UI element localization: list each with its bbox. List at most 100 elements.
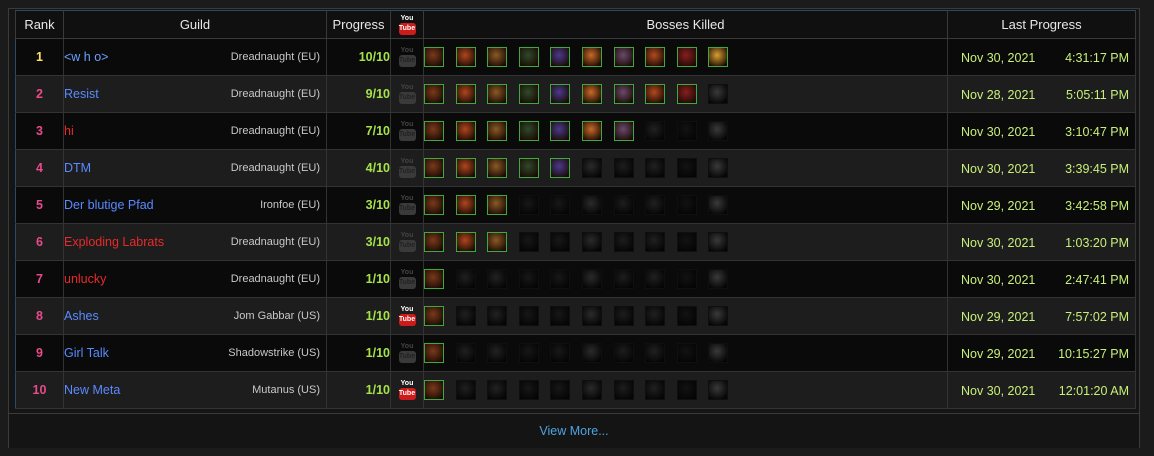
guild-name-link[interactable]: Exploding Labrats [64,235,164,249]
boss-4-icon[interactable] [518,232,539,252]
boss-8-icon[interactable] [645,47,666,67]
boss-3-icon[interactable] [487,343,508,363]
boss-3-icon[interactable] [487,158,508,178]
boss-9-icon[interactable] [676,306,697,326]
guild-realm[interactable]: Mutanus (US) [252,384,320,396]
boss-7-icon[interactable] [613,158,634,178]
boss-7-icon[interactable] [613,306,634,326]
boss-4-icon[interactable] [518,380,539,400]
guild-realm[interactable]: Dreadnaught (EU) [231,162,320,174]
boss-4-icon[interactable] [518,269,539,289]
boss-3-icon[interactable] [487,195,508,215]
boss-1-icon[interactable] [424,195,444,215]
boss-5-icon[interactable] [550,158,571,178]
boss-7-icon[interactable] [613,84,634,104]
boss-4-icon[interactable] [518,47,539,67]
boss-1-icon[interactable] [424,232,444,252]
boss-9-icon[interactable] [676,269,697,289]
view-more-link[interactable]: View More... [9,413,1139,448]
boss-6-icon[interactable] [581,269,602,289]
guild-name-link[interactable]: Girl Talk [64,346,109,360]
boss-5-icon[interactable] [550,380,571,400]
boss-7-icon[interactable] [613,47,634,67]
boss-10-icon[interactable] [708,269,729,289]
guild-realm[interactable]: Jom Gabbar (US) [234,310,320,322]
boss-9-icon[interactable] [676,158,697,178]
boss-6-icon[interactable] [581,84,602,104]
boss-9-icon[interactable] [676,47,697,67]
boss-8-icon[interactable] [645,195,666,215]
guild-realm[interactable]: Ironfoe (EU) [260,199,320,211]
boss-8-icon[interactable] [645,158,666,178]
boss-1-icon[interactable] [424,47,444,67]
boss-9-icon[interactable] [676,343,697,363]
boss-5-icon[interactable] [550,343,571,363]
boss-2-icon[interactable] [455,158,476,178]
boss-10-icon[interactable] [708,84,729,104]
boss-6-icon[interactable] [581,158,602,178]
guild-name-link[interactable]: Der blutige Pfad [64,198,154,212]
guild-realm[interactable]: Dreadnaught (EU) [231,125,320,137]
boss-9-icon[interactable] [676,232,697,252]
boss-2-icon[interactable] [455,306,476,326]
boss-4-icon[interactable] [518,195,539,215]
boss-6-icon[interactable] [581,306,602,326]
boss-4-icon[interactable] [518,84,539,104]
column-header-guild[interactable]: Guild [63,10,327,39]
boss-4-icon[interactable] [518,158,539,178]
boss-4-icon[interactable] [518,121,539,141]
guild-name-link[interactable]: unlucky [64,272,106,286]
boss-1-icon[interactable] [424,380,444,400]
boss-6-icon[interactable] [581,380,602,400]
boss-2-icon[interactable] [455,84,476,104]
boss-1-icon[interactable] [424,306,444,326]
guild-name-link[interactable]: DTM [64,161,91,175]
boss-8-icon[interactable] [645,343,666,363]
boss-6-icon[interactable] [581,232,602,252]
boss-8-icon[interactable] [645,380,666,400]
boss-5-icon[interactable] [550,121,571,141]
boss-8-icon[interactable] [645,306,666,326]
boss-2-icon[interactable] [455,380,476,400]
boss-1-icon[interactable] [424,158,444,178]
guild-name-link[interactable]: <w h o> [64,50,108,64]
boss-3-icon[interactable] [487,306,508,326]
boss-2-icon[interactable] [455,121,476,141]
boss-5-icon[interactable] [550,195,571,215]
boss-1-icon[interactable] [424,84,444,104]
boss-9-icon[interactable] [676,380,697,400]
youtube-icon[interactable]: You Tube [398,305,416,327]
column-header-progress[interactable]: Progress [326,10,391,39]
guild-name-link[interactable]: Resist [64,87,99,101]
boss-5-icon[interactable] [550,232,571,252]
guild-name-link[interactable]: New Meta [64,383,120,397]
boss-4-icon[interactable] [518,306,539,326]
boss-10-icon[interactable] [708,306,729,326]
boss-8-icon[interactable] [645,232,666,252]
boss-7-icon[interactable] [613,121,634,141]
boss-5-icon[interactable] [550,269,571,289]
boss-6-icon[interactable] [581,47,602,67]
boss-2-icon[interactable] [455,195,476,215]
boss-2-icon[interactable] [455,269,476,289]
boss-7-icon[interactable] [613,380,634,400]
boss-3-icon[interactable] [487,47,508,67]
boss-2-icon[interactable] [455,47,476,67]
guild-name-link[interactable]: hi [64,124,74,138]
guild-realm[interactable]: Dreadnaught (EU) [231,236,320,248]
boss-3-icon[interactable] [487,121,508,141]
boss-9-icon[interactable] [676,121,697,141]
boss-10-icon[interactable] [708,158,729,178]
boss-10-icon[interactable] [708,121,729,141]
boss-5-icon[interactable] [550,84,571,104]
boss-1-icon[interactable] [424,121,444,141]
boss-10-icon[interactable] [708,195,729,215]
boss-1-icon[interactable] [424,343,444,363]
guild-realm[interactable]: Shadowstrike (US) [228,347,320,359]
boss-9-icon[interactable] [676,84,697,104]
boss-10-icon[interactable] [708,232,729,252]
column-header-rank[interactable]: Rank [15,10,64,39]
boss-3-icon[interactable] [487,269,508,289]
boss-7-icon[interactable] [613,269,634,289]
youtube-icon[interactable]: You Tube [398,379,416,401]
